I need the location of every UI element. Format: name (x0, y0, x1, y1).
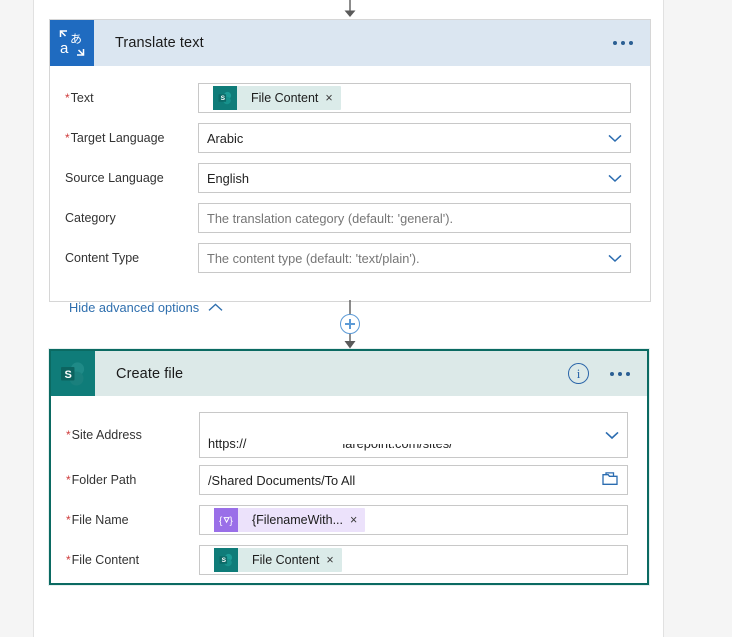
chevron-down-icon[interactable] (608, 134, 622, 143)
svg-text:a: a (60, 40, 69, 57)
token-remove-icon[interactable]: × (350, 514, 365, 527)
field-label-target-language: *Target Language (65, 131, 165, 145)
expression-token-filename[interactable]: { } {FilenameWith... × (214, 508, 366, 532)
action-form-translate-text: *Text S File Content × *Target Language … (50, 66, 650, 315)
field-row-site-address: *Site Address https:// iarepoint.com/sit… (51, 412, 647, 458)
action-header-actions: i (568, 351, 647, 396)
field-row-file-content: *File Content S File Content × (51, 542, 647, 578)
required-marker: * (66, 428, 71, 442)
field-row-content-type: Content Type The content type (default: … (50, 240, 650, 276)
more-commands-button[interactable] (607, 366, 633, 382)
svg-text:あ: あ (70, 32, 82, 46)
required-marker: * (66, 513, 71, 527)
action-header-actions (610, 20, 650, 66)
action-header-translate-text[interactable]: a あ Translate text (50, 20, 650, 66)
more-commands-button[interactable] (610, 35, 636, 51)
action-title: Create file (116, 365, 184, 382)
field-label-text: *Text (65, 91, 94, 105)
field-input-file-name[interactable]: { } {FilenameWith... × (199, 505, 628, 535)
field-placeholder: The translation category (default: 'gene… (207, 210, 454, 226)
svg-text:S: S (65, 368, 72, 380)
dynamic-content-token-file-content[interactable]: S File Content × (213, 86, 341, 110)
redaction-overlay-site (490, 433, 610, 457)
field-row-file-name: *File Name { } {FilenameWith... × (51, 502, 647, 538)
hide-advanced-options-link[interactable]: Hide advanced options (69, 300, 223, 315)
token-label: {FilenameWith... (252, 513, 344, 527)
action-card-create-file[interactable]: S Create file i *Site Address https:// i… (49, 349, 649, 585)
sharepoint-icon: S (214, 548, 238, 572)
required-marker: * (65, 131, 70, 145)
field-label-folder-path: *Folder Path (66, 473, 137, 487)
required-marker: * (65, 91, 70, 105)
translate-icon: a あ (50, 20, 94, 66)
svg-text:S: S (222, 557, 227, 564)
field-input-file-content[interactable]: S File Content × (199, 545, 628, 575)
token-remove-icon[interactable]: × (326, 554, 341, 567)
info-icon[interactable]: i (568, 363, 589, 384)
field-label-category: Category (65, 211, 116, 225)
field-input-folder-path[interactable]: /Shared Documents/To All (199, 465, 628, 495)
field-label-site-address: *Site Address (66, 428, 142, 442)
token-label: File Content (251, 91, 319, 105)
action-title: Translate text (115, 35, 204, 51)
advanced-options-label: Hide advanced options (69, 300, 200, 315)
chevron-down-icon[interactable] (605, 431, 619, 440)
token-label: File Content (252, 553, 320, 567)
field-row-text: *Text S File Content × (50, 80, 650, 116)
flow-designer-canvas: a あ Translate text *Text S File Content … (0, 0, 732, 637)
field-value: English (207, 170, 249, 186)
insert-new-step-button[interactable] (340, 314, 360, 334)
field-label-content-type: Content Type (65, 251, 140, 265)
sharepoint-icon: S (213, 86, 237, 110)
sharepoint-icon: S (51, 351, 95, 396)
expression-icon: { } (214, 508, 238, 532)
field-value: /Shared Documents/To All (208, 472, 356, 488)
field-input-text[interactable]: S File Content × (198, 83, 631, 113)
chevron-down-icon[interactable] (608, 254, 622, 263)
svg-text:}: } (230, 516, 234, 527)
field-placeholder: The content type (default: 'text/plain')… (207, 250, 420, 266)
svg-text:S: S (221, 95, 226, 102)
action-header-create-file[interactable]: S Create file i (51, 351, 647, 396)
chevron-down-icon[interactable] (608, 174, 622, 183)
field-row-folder-path: *Folder Path /Shared Documents/To All (51, 462, 647, 498)
field-input-content-type[interactable]: The content type (default: 'text/plain')… (198, 243, 631, 273)
field-row-target-language: *Target Language Arabic (50, 120, 650, 156)
action-card-translate-text[interactable]: a あ Translate text *Text S File Content … (49, 19, 651, 315)
chevron-up-icon (208, 303, 223, 312)
required-marker: * (66, 473, 71, 487)
field-label-source-language: Source Language (65, 171, 164, 185)
canvas-right-divider (663, 0, 664, 637)
field-input-target-language[interactable]: Arabic (198, 123, 631, 153)
action-form-create-file: *Site Address https:// iarepoint.com/sit… (51, 396, 647, 578)
field-row-source-language: Source Language English (50, 160, 650, 196)
required-marker: * (66, 553, 71, 567)
field-label-file-content: *File Content (66, 553, 140, 567)
field-label-file-name: *File Name (66, 513, 129, 527)
token-remove-icon[interactable]: × (325, 92, 340, 105)
field-input-site-address[interactable]: https:// iarepoint.com/sites/ (199, 412, 628, 458)
redaction-overlay-tenant (255, 414, 455, 444)
field-row-category: Category The translation category (defau… (50, 200, 650, 236)
dynamic-content-token-file-content[interactable]: S File Content × (214, 548, 342, 572)
svg-text:{: { (219, 516, 223, 527)
folder-icon[interactable] (602, 472, 618, 489)
field-value: Arabic (207, 130, 244, 146)
field-input-source-language[interactable]: English (198, 163, 631, 193)
field-input-category[interactable]: The translation category (default: 'gene… (198, 203, 631, 233)
